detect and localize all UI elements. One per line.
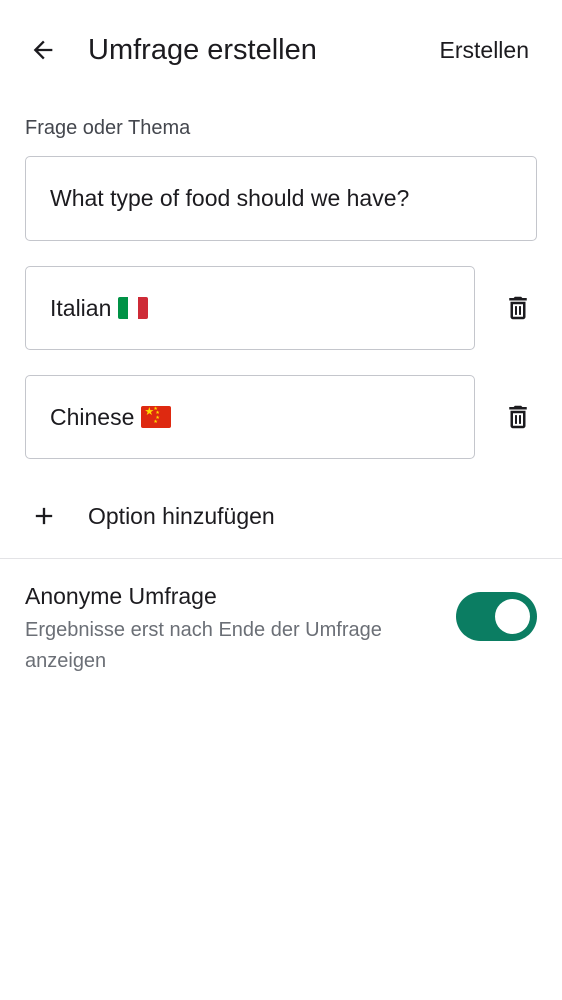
section-divider [0,558,562,559]
add-option-button[interactable]: Option hinzufügen [0,490,562,542]
option-input-1[interactable]: Italian [25,266,475,350]
china-flag-icon: ★ ★ ★ ★ ★ [141,406,172,428]
delete-option-1-button[interactable] [496,286,540,330]
option-input-2[interactable]: Chinese ★ ★ ★ ★ ★ [25,375,475,459]
toggle-knob [495,599,530,634]
page-title: Umfrage erstellen [88,34,317,66]
option-text-2: Chinese [50,403,135,430]
delete-option-2-button[interactable] [496,395,540,439]
add-option-label: Option hinzufügen [88,503,275,529]
create-poll-screen: Umfrage erstellen Erstellen Frage oder T… [0,0,562,1000]
back-button[interactable] [23,30,63,70]
anonymous-poll-description: Ergebnisse erst nach Ende der Umfrage an… [25,619,382,672]
anonymous-poll-toggle[interactable] [456,592,537,641]
italy-flag-icon [118,297,149,319]
create-button[interactable]: Erstellen [440,32,529,68]
top-app-bar: Umfrage erstellen Erstellen [0,0,562,100]
arrow-back-icon [33,40,53,60]
option-text-1: Italian [50,294,112,321]
trash-icon [509,405,527,429]
anonymous-poll-title: Anonyme Umfrage [25,583,217,609]
question-label: Frage oder Thema [25,117,191,139]
plus-icon [35,507,53,525]
question-input[interactable]: What type of food should we have? [25,156,537,241]
trash-icon [509,296,527,320]
question-value: What type of food should we have? [50,185,410,211]
